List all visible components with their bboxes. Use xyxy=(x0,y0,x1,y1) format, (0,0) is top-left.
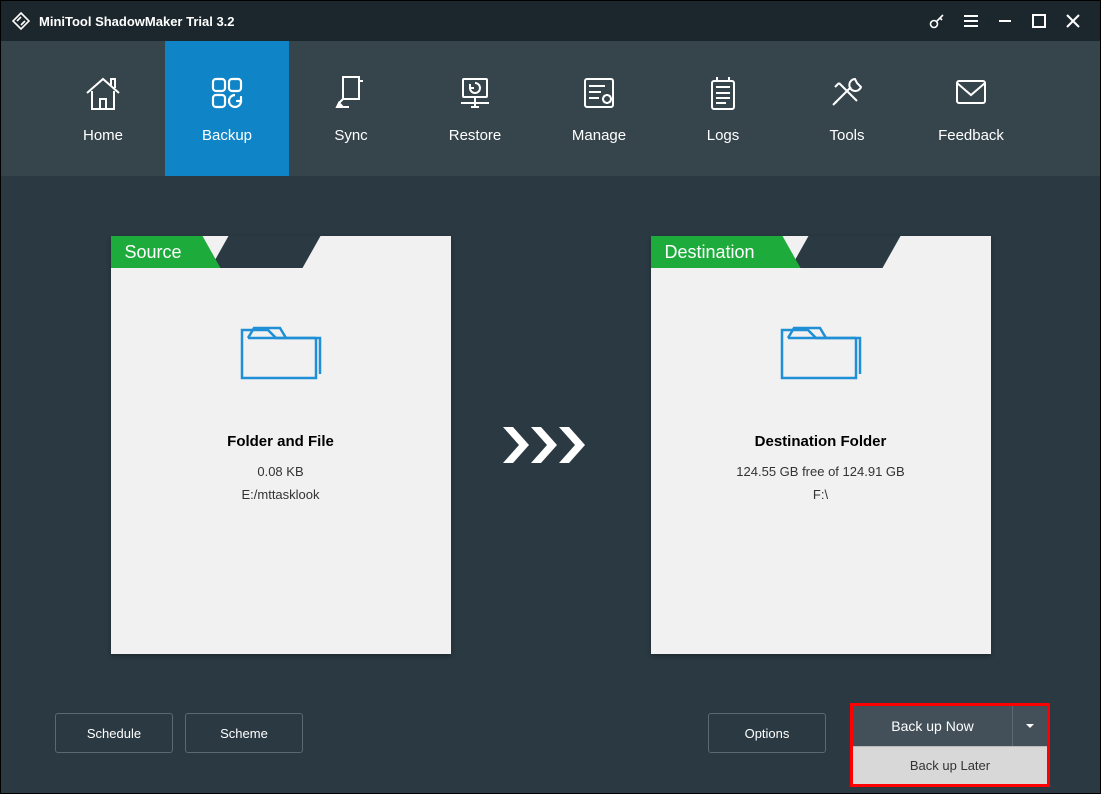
nav-label: Logs xyxy=(707,127,740,144)
nav-sync[interactable]: Sync xyxy=(289,41,413,176)
nav-label: Tools xyxy=(829,127,864,144)
source-tab-label: Source xyxy=(111,236,221,268)
source-card[interactable]: Source Folder and File 0.08 KB E:/mttask… xyxy=(111,236,451,654)
source-size: 0.08 KB xyxy=(257,464,303,479)
nav-label: Home xyxy=(83,127,123,144)
destination-path: F:\ xyxy=(813,487,828,502)
arrow-chevrons-icon xyxy=(501,236,601,654)
destination-free: 124.55 GB free of 124.91 GB xyxy=(736,464,904,479)
destination-tab-label: Destination xyxy=(651,236,801,268)
nav-label: Manage xyxy=(572,127,626,144)
maximize-icon[interactable] xyxy=(1022,1,1056,41)
folder-icon xyxy=(236,318,326,393)
nav-tools[interactable]: Tools xyxy=(785,41,909,176)
nav-home[interactable]: Home xyxy=(41,41,165,176)
title-bar: MiniTool ShadowMaker Trial 3.2 xyxy=(1,1,1100,41)
schedule-button[interactable]: Schedule xyxy=(55,713,173,753)
app-title: MiniTool ShadowMaker Trial 3.2 xyxy=(39,14,235,29)
backup-icon xyxy=(205,73,249,113)
key-icon[interactable] xyxy=(920,1,954,41)
source-title: Folder and File xyxy=(227,433,334,450)
home-icon xyxy=(81,73,125,113)
menu-icon[interactable] xyxy=(954,1,988,41)
nav-backup[interactable]: Backup xyxy=(165,41,289,176)
folder-icon xyxy=(776,318,866,393)
feedback-icon xyxy=(949,73,993,113)
manage-icon xyxy=(577,73,621,113)
backup-later-option[interactable]: Back up Later xyxy=(853,746,1047,784)
app-logo-icon xyxy=(11,11,31,31)
nav-feedback[interactable]: Feedback xyxy=(909,41,1033,176)
nav-label: Sync xyxy=(334,127,367,144)
content-area: Source Folder and File 0.08 KB E:/mttask… xyxy=(1,176,1100,793)
nav-label: Feedback xyxy=(938,127,1004,144)
nav-restore[interactable]: Restore xyxy=(413,41,537,176)
tools-icon xyxy=(825,73,869,113)
backup-split-button: Back up Now Back up Later xyxy=(850,703,1050,787)
sync-icon xyxy=(329,73,373,113)
app-window: MiniTool ShadowMaker Trial 3.2 Home xyxy=(0,0,1101,794)
destination-title: Destination Folder xyxy=(755,433,887,450)
nav-manage[interactable]: Manage xyxy=(537,41,661,176)
logs-icon xyxy=(701,73,745,113)
backup-dropdown-toggle[interactable] xyxy=(1013,706,1047,746)
destination-card[interactable]: Destination Destination Folder 124.55 GB… xyxy=(651,236,991,654)
backup-now-button[interactable]: Back up Now xyxy=(853,706,1013,746)
scheme-button[interactable]: Scheme xyxy=(185,713,303,753)
restore-icon xyxy=(453,73,497,113)
nav-label: Restore xyxy=(449,127,502,144)
main-nav: Home Backup Sync Restore Manage xyxy=(1,41,1100,176)
options-button[interactable]: Options xyxy=(708,713,826,753)
source-path: E:/mttasklook xyxy=(241,487,319,502)
minimize-icon[interactable] xyxy=(988,1,1022,41)
close-icon[interactable] xyxy=(1056,1,1090,41)
nav-label: Backup xyxy=(202,127,252,144)
nav-logs[interactable]: Logs xyxy=(661,41,785,176)
